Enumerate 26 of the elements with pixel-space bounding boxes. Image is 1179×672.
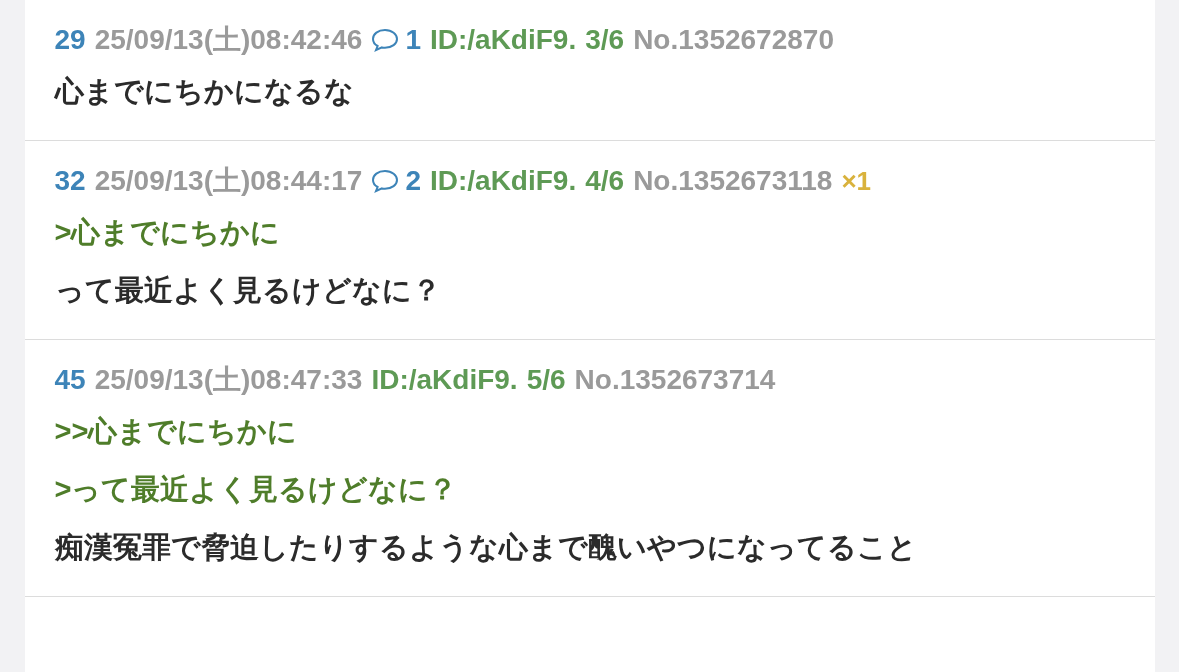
reply-count[interactable]: 1 [405, 18, 421, 62]
post-number[interactable]: 29 [54, 18, 86, 62]
post-text: って最近よく見るけどなに？ [54, 273, 442, 308]
id-post-count: 4/6 [585, 164, 625, 198]
quote-line: >心までにちかに [54, 215, 282, 250]
post-number[interactable]: 32 [54, 159, 86, 203]
post-date: 25/09/13(土)08:47:33 [94, 363, 363, 397]
reference-count: ×1 [841, 165, 872, 198]
id-post-count: 5/6 [526, 363, 566, 397]
post-date: 25/09/13(土)08:44:17 [94, 164, 363, 198]
post-number[interactable]: 45 [54, 358, 86, 402]
post-no: No.1352673714 [574, 363, 776, 397]
poster-id[interactable]: ID:/aKdiF9. [429, 159, 577, 203]
post-no: No.1352673118 [633, 164, 833, 198]
poster-id[interactable]: ID:/aKdiF9. [429, 18, 577, 62]
poster-id[interactable]: ID:/aKdiF9. [371, 358, 518, 402]
post-date: 25/09/13(土)08:42:46 [94, 23, 363, 57]
post-text: 痴漢冤罪で脅迫したりするような心まで醜いやつになってること [54, 530, 918, 565]
speech-bubble-icon [371, 169, 400, 193]
speech-bubble-icon [371, 28, 400, 52]
post-no: No.1352672870 [633, 23, 834, 57]
post-text: 心までにちかになるな [54, 74, 355, 109]
id-post-count: 3/6 [585, 23, 625, 57]
quote-line: >って最近よく見るけどなに？ [54, 472, 459, 507]
quote-line: >>心までにちかに [54, 414, 299, 449]
reply-count[interactable]: 2 [405, 159, 421, 203]
